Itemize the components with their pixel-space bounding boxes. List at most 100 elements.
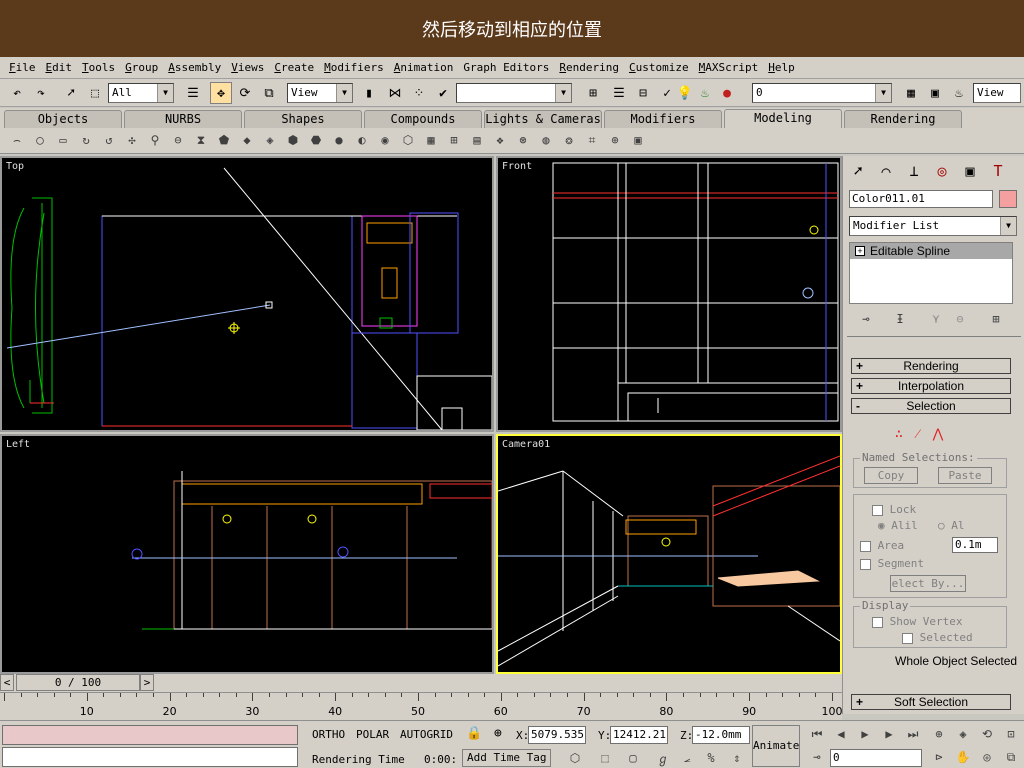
animate-button[interactable]: Animate [752,725,800,767]
prev-frame-icon[interactable]: < [0,674,14,691]
tab-modifiers[interactable]: Modifiers [604,110,722,128]
modeling-tool-icon[interactable]: ● [330,131,348,149]
modeling-tool-icon[interactable]: ↺ [100,131,118,149]
render-scene-icon[interactable]: ▣ [924,82,946,104]
viewport-front[interactable]: Front [496,156,842,432]
teapot-icon[interactable]: ♨ [694,82,716,104]
zoom-icon[interactable]: ⊕ [930,725,948,743]
alil-option[interactable]: ◉ Alil [878,519,918,532]
material-icon[interactable]: ● [716,82,738,104]
tab-modeling[interactable]: Modeling [724,109,842,128]
align-icon[interactable]: ⊞ [582,82,604,104]
menu-item[interactable]: Views [226,57,269,79]
pin-stack-icon[interactable]: ⊸ [857,310,875,328]
modeling-tool-icon[interactable]: ◍ [537,131,555,149]
key-mode-icon[interactable]: ⊸ [808,748,826,766]
menu-item[interactable]: Customize [624,57,694,79]
lock-option[interactable]: Lock [872,503,916,516]
menu-item[interactable]: Tools [77,57,120,79]
mirror-icon[interactable]: ⋈ [384,82,406,104]
modeling-tool-icon[interactable]: ▦ [422,131,440,149]
modeling-tool-icon[interactable]: ◆ [238,131,256,149]
render-setup-icon[interactable]: ▦ [900,82,922,104]
rotate-icon[interactable]: ⟳ [234,82,256,104]
segment-checkbox[interactable] [860,558,871,570]
segment-option[interactable]: Segment [860,557,924,570]
copy-button[interactable]: Copy [864,467,918,484]
selected-checkbox[interactable] [902,632,913,644]
show-end-result-icon[interactable]: Ɨ [891,310,909,328]
menu-item[interactable]: Create [269,57,319,79]
tab-lights-cameras[interactable]: Lights & Cameras [484,110,602,128]
tab-rendering[interactable]: Rendering [844,110,962,128]
tab-nurbs[interactable]: NURBS [124,110,242,128]
play-icon[interactable]: ▶ [856,725,874,743]
modeling-tool-icon[interactable]: ⬡ [399,131,417,149]
modeling-tool-icon[interactable]: ◯ [31,131,49,149]
al-option[interactable]: ○ Al [938,519,965,532]
time-slider-thumb[interactable]: 0 / 100 [16,674,140,691]
hierarchy-tab-icon[interactable]: ⊥ [901,158,927,184]
reference-coord-dropdown[interactable]: View ▼ [287,83,353,103]
layer-dropdown[interactable]: 0 ▼ [752,83,892,103]
select-by-name-icon[interactable]: ☰ [182,82,204,104]
region-select-icon[interactable]: ⬚ [84,82,106,104]
ortho-label[interactable]: ORTHO [312,728,345,741]
modeling-tool-icon[interactable]: ⊞ [445,131,463,149]
rollout-interpolation[interactable]: + Interpolation [851,378,1011,394]
box-icon[interactable]: ▢ [624,749,642,767]
modeling-tool-icon[interactable]: ▭ [54,131,72,149]
menu-item[interactable]: MAXScript [694,57,764,79]
modeling-tool-icon[interactable]: ▣ [629,131,647,149]
maxscript-listener[interactable] [2,725,298,745]
modeling-tool-icon[interactable]: ❂ [560,131,578,149]
menu-item[interactable]: File [4,57,41,79]
array-icon[interactable]: ⁘ [408,82,430,104]
rollout-selection[interactable]: - Selection [851,398,1011,414]
pivot-icon[interactable]: ▮ [358,82,380,104]
show-vertex-option[interactable]: Show Vertex [872,615,962,628]
polar-label[interactable]: POLAR [356,728,389,741]
undo-icon[interactable]: ↶ [6,82,28,104]
snap-3d-icon[interactable]: ℊ [654,749,672,767]
move-icon[interactable]: ✥ [210,82,232,104]
percent-snap-icon[interactable]: % [702,749,720,767]
rollout-rendering[interactable]: + Rendering [851,358,1011,374]
time-slider[interactable]: < 0 / 100 > [0,674,842,692]
remove-modifier-icon[interactable]: ⊖ [951,310,969,328]
go-to-start-icon[interactable]: ⏮ [808,725,826,743]
add-time-tag-button[interactable]: Add Time Tag [462,749,552,767]
autogrid-label[interactable]: AUTOGRID [400,728,453,741]
menu-item[interactable]: Assembly [163,57,226,79]
tab-compounds[interactable]: Compounds [364,110,482,128]
rollout-soft-selection[interactable]: + Soft Selection [851,694,1011,710]
render-view-dropdown[interactable]: View [973,83,1021,103]
area-option[interactable]: Area [860,539,904,552]
named-selection-dropdown[interactable]: ▼ [456,83,572,103]
viewport-left[interactable]: Left [0,434,494,674]
zoom-all-icon[interactable]: ◈ [954,725,972,743]
modifier-list-dropdown[interactable]: Modifier List ▼ [849,216,1017,236]
crossing-select-icon[interactable]: ⬚ [596,749,614,767]
maximize-viewport-icon[interactable]: ⧉ [1002,748,1020,766]
viewport-top[interactable]: Top [0,156,494,432]
select-by-button[interactable]: elect By... [890,575,966,592]
modeling-tool-icon[interactable]: ❖ [491,131,509,149]
viewport-shading-icon[interactable]: ⬡ [566,749,584,767]
track-view-icon[interactable]: ☰ [608,82,630,104]
modeling-tool-icon[interactable]: ⧗ [192,131,210,149]
scale-icon[interactable]: ⧉ [258,82,280,104]
modeling-tool-icon[interactable]: ▤ [468,131,486,149]
modeling-tool-icon[interactable]: ✣ [123,131,141,149]
menu-item[interactable]: Graph Editors [458,57,554,79]
go-to-end-icon[interactable]: ⏭ [904,725,922,743]
menu-item[interactable]: Help [763,57,800,79]
z-coord-field[interactable]: -12.0mm [692,726,750,744]
motion-tab-icon[interactable]: ◎ [929,158,955,184]
current-frame-field[interactable]: 0 [830,749,922,767]
modeling-tool-icon[interactable]: ⌢ [8,131,26,149]
spinner-snap-icon[interactable]: ⇕ [728,749,746,767]
maxscript-output[interactable] [2,747,298,767]
modeling-tool-icon[interactable]: ⬣ [307,131,325,149]
next-key-icon[interactable]: ▶ [880,725,898,743]
